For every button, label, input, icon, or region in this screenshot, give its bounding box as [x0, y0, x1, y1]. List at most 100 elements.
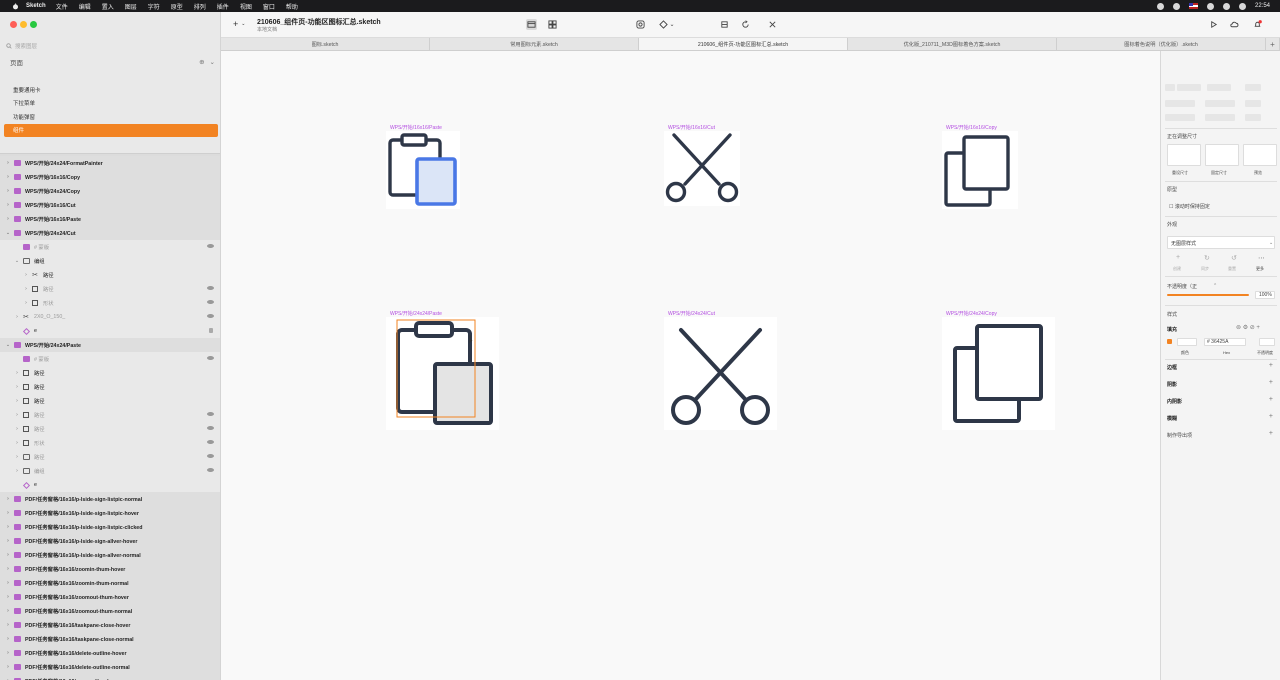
visibility-eye-icon[interactable]	[207, 426, 214, 430]
layer-row[interactable]: › 路径	[0, 394, 220, 408]
chevron-right-icon[interactable]: ›	[5, 608, 11, 614]
chevron-right-icon[interactable]: ›	[5, 174, 11, 180]
align-left-icon[interactable]	[1165, 71, 1175, 78]
chevron-right-icon[interactable]: ›	[14, 370, 20, 376]
inspector-section-title[interactable]: 模糊	[1167, 415, 1177, 422]
canvas-view-icon[interactable]	[526, 19, 537, 30]
visibility-eye-icon[interactable]	[207, 356, 214, 360]
artboard-cut-24[interactable]	[664, 317, 777, 430]
add-property-icon[interactable]: +	[1269, 362, 1273, 369]
add-property-icon[interactable]: +	[1269, 396, 1273, 403]
layer-row[interactable]: ⌄ WPS/开始/24x24/Paste	[0, 338, 220, 352]
components-view-icon[interactable]	[547, 19, 558, 30]
menu-text[interactable]: 字符	[148, 2, 160, 11]
artboard-label-cut-24[interactable]: WPS/开始/24x24/Cut	[668, 310, 715, 317]
menu-view[interactable]: 视图	[240, 2, 252, 11]
app-menu[interactable]: Sketch	[26, 3, 46, 9]
resize-option-2[interactable]	[1205, 144, 1239, 166]
layer-row[interactable]: › 路径	[0, 422, 220, 436]
input-source-flag-icon[interactable]	[1188, 3, 1198, 9]
height-field[interactable]	[1205, 100, 1235, 107]
visibility-eye-icon[interactable]	[207, 468, 214, 472]
artboard-paste-16[interactable]	[386, 131, 460, 209]
fill-options-icons[interactable]: ⊚ ⚙ ⊘ +	[1236, 324, 1260, 331]
layer-row[interactable]: › PDF/任务窗格/16x16/p-lside-sign-allver-hove…	[0, 534, 220, 548]
layer-row[interactable]: › 路径	[0, 450, 220, 464]
chevron-right-icon[interactable]: ›	[14, 314, 20, 320]
chevron-right-icon[interactable]: ›	[5, 538, 11, 544]
page-item[interactable]: 功能弹窗	[4, 110, 218, 124]
collapse-pages-icon[interactable]: ⌄	[210, 58, 215, 66]
visibility-eye-icon[interactable]	[207, 244, 214, 248]
layer-row[interactable]: › PDF/任务窗格/16x16/zoomin-thum-hover	[0, 562, 220, 576]
more-style-icon[interactable]: ⋯	[1258, 254, 1265, 262]
visibility-eye-icon[interactable]	[207, 440, 214, 444]
opacity-slider[interactable]	[1167, 294, 1249, 296]
chevron-right-icon[interactable]: ›	[23, 300, 29, 306]
chevron-right-icon[interactable]: ›	[23, 286, 29, 292]
insert-shape-chevron-icon[interactable]: ⌄	[669, 19, 675, 30]
chevron-right-icon[interactable]: ›	[5, 594, 11, 600]
layer-row[interactable]: › ✂ 路径	[0, 268, 220, 282]
chevron-right-icon[interactable]: ›	[5, 160, 11, 166]
status-app-icon[interactable]	[1172, 2, 1180, 10]
add-property-icon[interactable]: +	[1269, 379, 1273, 386]
flip-horizontal-field[interactable]	[1165, 114, 1195, 121]
reset-style-icon[interactable]: ↺	[1231, 254, 1237, 262]
fill-opacity-input[interactable]	[1259, 338, 1275, 346]
width-field[interactable]	[1165, 100, 1195, 107]
chevron-right-icon[interactable]: ›	[5, 664, 11, 670]
resize-option-1[interactable]	[1167, 144, 1201, 166]
layer-row[interactable]: › 路径	[0, 380, 220, 394]
chevron-down-icon[interactable]: ⌄	[5, 342, 11, 348]
layer-row[interactable]: › WPS/开始/24x24/Copy	[0, 184, 220, 198]
artboard-cut-16[interactable]	[664, 131, 740, 206]
rotate-copies-icon[interactable]	[740, 19, 751, 30]
insert-shape-icon[interactable]	[658, 19, 669, 30]
cloud-share-icon[interactable]	[1229, 19, 1240, 30]
layer-row[interactable]: › PDF/任务窗格/16x16/taskpane-close-hover	[0, 618, 220, 632]
artboard-paste-24[interactable]	[386, 317, 499, 430]
artboard-label-copy-16[interactable]: WPS/开始/16x16/Copy	[946, 124, 997, 131]
layer-row[interactable]: › PDF/任务窗格/16x16/p-lside-sign-listpic-hov…	[0, 506, 220, 520]
chevron-right-icon[interactable]: ›	[14, 384, 20, 390]
layer-row[interactable]: › WPS/开始/24x24/FormatPainter	[0, 156, 220, 170]
layer-row[interactable]: › PDF/任务窗格/16x16/delete-outline-normal	[0, 660, 220, 674]
visibility-eye-icon[interactable]	[207, 286, 214, 290]
window-close-button[interactable]	[10, 21, 17, 28]
layer-row[interactable]: › 编组	[0, 464, 220, 478]
inspector-section-title[interactable]: 制作导出项	[1167, 432, 1192, 439]
sync-style-icon[interactable]: ↻	[1204, 254, 1210, 262]
menu-file[interactable]: 文件	[56, 2, 68, 11]
notifications-bell-icon[interactable]	[1252, 19, 1263, 30]
chevron-right-icon[interactable]: ›	[14, 412, 20, 418]
window-minimize-button[interactable]	[20, 21, 27, 28]
add-property-icon[interactable]: +	[1269, 413, 1273, 420]
menu-arrange[interactable]: 排列	[194, 2, 206, 11]
menu-prototype[interactable]: 原型	[171, 2, 183, 11]
layer-row[interactable]: › PDF/任务窗格/16x16/zoomin-thum-normal	[0, 576, 220, 590]
layer-row[interactable]: › PDF/任务窗格/16x16/taskpane-close-normal	[0, 632, 220, 646]
document-tab[interactable]: 图标.sketch	[221, 38, 430, 50]
apple-icon[interactable]	[10, 1, 20, 11]
layer-row[interactable]: › PDF/任务窗格/16x16/p-lside-sign-allver-norm…	[0, 548, 220, 562]
layer-row[interactable]: ›PDF/任务窗格/16x16/new-outline-hover	[0, 674, 220, 680]
lock-icon[interactable]	[209, 328, 213, 333]
chevron-down-icon[interactable]: ⌄	[5, 230, 11, 236]
y-position-field[interactable]	[1207, 84, 1231, 91]
layer-row[interactable]: › 路径	[0, 282, 220, 296]
page-item[interactable]: 组件	[4, 123, 218, 137]
layer-row[interactable]: # 蒙版	[0, 240, 220, 254]
document-tab[interactable]: 图标着色说明（优化版）.sketch	[1057, 38, 1266, 50]
wifi-icon[interactable]	[1222, 2, 1230, 10]
fix-on-scroll-checkbox[interactable]: ☐ 滚动时保持固定	[1169, 203, 1210, 210]
menu-edit[interactable]: 编辑	[79, 2, 91, 11]
visibility-eye-icon[interactable]	[207, 412, 214, 416]
chevron-right-icon[interactable]: ›	[5, 552, 11, 558]
layer-row[interactable]: › PDF/任务窗格/16x16/delete-outline-hover	[0, 646, 220, 660]
chevron-right-icon[interactable]: ›	[5, 622, 11, 628]
opacity-blend-chevron-icon[interactable]: ⌃	[1213, 283, 1217, 289]
layer-row[interactable]: ⌄ 编组	[0, 254, 220, 268]
layer-row[interactable]: e	[0, 324, 220, 338]
chevron-right-icon[interactable]: ›	[5, 510, 11, 516]
